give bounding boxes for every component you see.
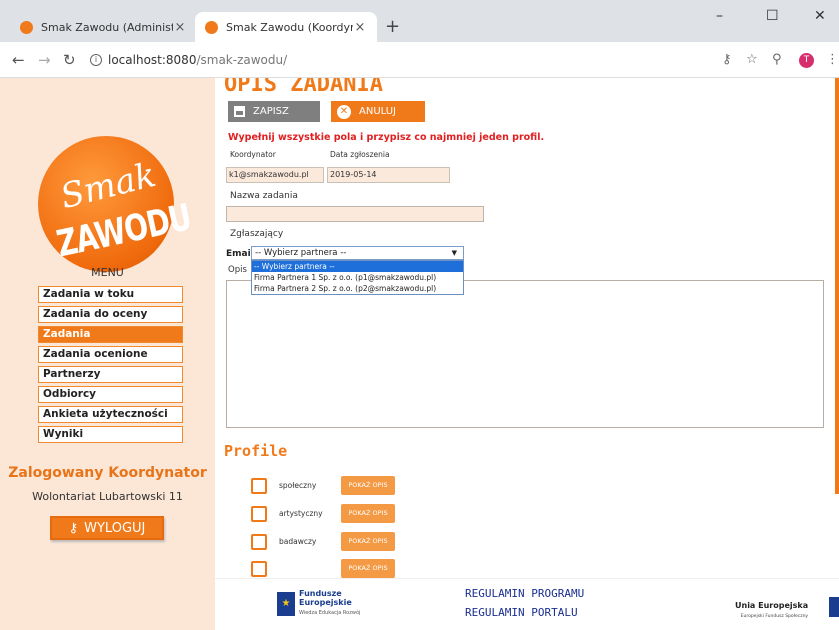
- logged-in-role: Zalogowany Koordynator: [8, 465, 207, 481]
- fe-line1: Fundusze: [299, 589, 342, 598]
- favicon-icon: [20, 20, 33, 34]
- key-icon: ⚷: [68, 520, 79, 536]
- maximize-icon[interactable]: ☐: [766, 8, 779, 24]
- tab-close-icon[interactable]: ×: [353, 20, 367, 35]
- menu-title: MENU: [91, 266, 124, 279]
- eu-flag-icon: [829, 597, 839, 617]
- page-scrollbar[interactable]: [835, 78, 839, 494]
- sidebar-item-odbiorcy[interactable]: Odbiorcy: [38, 386, 183, 403]
- profile-name: artystyczny: [279, 509, 323, 518]
- regulamin-programu-link[interactable]: REGULAMIN PROGRAMU: [465, 587, 584, 600]
- logout-label: WYLOGUJ: [84, 520, 146, 536]
- favicon-icon: [205, 20, 218, 34]
- floppy-disk-icon: [234, 106, 245, 117]
- profile-row: społeczny POKAŻ OPIS: [251, 476, 395, 495]
- show-description-button[interactable]: POKAŻ OPIS: [341, 476, 395, 495]
- caret-down-icon: ▼: [451, 249, 457, 257]
- profile-row: POKAŻ OPIS: [251, 559, 395, 578]
- minimize-icon[interactable]: –: [716, 8, 723, 24]
- save-button[interactable]: ZAPISZ: [228, 101, 320, 122]
- sidebar-item-zadania-ocenione[interactable]: Zadania ocenione: [38, 346, 183, 363]
- task-name-input[interactable]: [226, 206, 484, 222]
- profile-checkbox[interactable]: [251, 505, 267, 522]
- ue-line1: Unia Europejska: [735, 601, 809, 610]
- fundusze-europejskie-logo: ★ Fundusze Europejskie Wiedza Edukacja R…: [277, 589, 360, 618]
- profile-checkbox[interactable]: [251, 533, 267, 550]
- sidebar-item-partnerzy[interactable]: Partnerzy: [38, 366, 183, 383]
- sidebar-item-zadania-do-oceny[interactable]: Zadania do oceny: [38, 306, 183, 323]
- save-label: ZAPISZ: [253, 106, 289, 117]
- coordinator-field: k1@smakzawodu.pl: [226, 167, 324, 183]
- cancel-button[interactable]: ✕ ANULUJ: [331, 101, 425, 122]
- star-icon: ★: [277, 591, 295, 616]
- partner-dropdown-list: -- Wybierz partnera -- Firma Partnera 1 …: [251, 260, 464, 295]
- description-textarea[interactable]: [226, 280, 824, 428]
- page-title: OPIS ZADANIA: [224, 78, 383, 97]
- cancel-label: ANULUJ: [359, 106, 396, 117]
- back-icon[interactable]: ←: [12, 51, 25, 69]
- url-field[interactable]: localhost:8080/smak-zawodu/: [108, 53, 287, 67]
- browser-tab-bar: Smak Zawodu (Administrator) × Smak Zawod…: [0, 0, 839, 42]
- sidebar-item-ankieta[interactable]: Ankieta użyteczności: [38, 406, 183, 423]
- profile-checkbox[interactable]: [251, 560, 267, 577]
- profile-name: społeczny: [279, 481, 317, 490]
- tab-close-icon[interactable]: ×: [173, 20, 187, 35]
- select-value: -- Wybierz partnera --: [255, 248, 347, 258]
- address-bar: ← → ↻ i localhost:8080/smak-zawodu/ ⚷ ☆ …: [0, 42, 839, 78]
- dropdown-option[interactable]: Firma Partnera 1 Sp. z o.o. (p1@smakzawo…: [252, 272, 463, 283]
- dropdown-option[interactable]: Firma Partnera 2 Sp. z o.o. (p2@smakzawo…: [252, 283, 463, 294]
- key-icon[interactable]: ⚷: [722, 52, 732, 67]
- browser-tab-koordynator[interactable]: Smak Zawodu (Koordynator) ×: [195, 12, 377, 42]
- close-window-icon[interactable]: ✕: [814, 8, 826, 24]
- regulamin-portalu-link[interactable]: REGULAMIN PORTALU: [465, 606, 578, 619]
- tab-title: Smak Zawodu (Koordynator): [226, 20, 353, 34]
- show-description-button[interactable]: POKAŻ OPIS: [341, 532, 395, 551]
- profile-row: badawczy POKAŻ OPIS: [251, 532, 395, 551]
- sidebar: Smak ZAWODU MENU Zadania w toku Zadania …: [0, 78, 215, 630]
- profile-name: badawczy: [279, 537, 317, 546]
- menu-kebab-icon[interactable]: ⋮: [826, 52, 839, 67]
- dropdown-option[interactable]: -- Wybierz partnera --: [252, 261, 463, 272]
- tab-title: Smak Zawodu (Administrator): [41, 20, 173, 34]
- ue-line2: Europejski Fundusz Społeczny: [740, 614, 809, 619]
- show-description-button[interactable]: POKAŻ OPIS: [341, 504, 395, 523]
- date-label: Data zgłoszenia: [330, 150, 390, 159]
- description-label: Opis: [228, 265, 247, 275]
- close-circle-icon: ✕: [337, 104, 351, 119]
- sidebar-item-zadania[interactable]: Zadania: [38, 326, 183, 343]
- sidebar-item-zadania-w-toku[interactable]: Zadania w toku: [38, 286, 183, 303]
- footer: ★ Fundusze Europejskie Wiedza Edukacja R…: [215, 578, 839, 630]
- reload-icon[interactable]: ↻: [63, 51, 76, 69]
- logout-button[interactable]: ⚷ WYLOGUJ: [50, 516, 164, 540]
- fe-line3: Wiedza Edukacja Rozwój: [299, 610, 361, 616]
- extension-icon[interactable]: ⚲: [772, 52, 782, 67]
- task-form: OPIS ZADANIA ZAPISZ ✕ ANULUJ Wypełnij ws…: [224, 78, 824, 578]
- reporter-label: Zgłaszający: [230, 229, 284, 239]
- browser-tab-administrator[interactable]: Smak Zawodu (Administrator) ×: [10, 12, 197, 42]
- task-name-label: Nazwa zadania: [230, 191, 298, 201]
- info-icon[interactable]: i: [90, 54, 102, 66]
- fe-line2: Europejskie: [299, 598, 352, 607]
- profile-avatar[interactable]: T: [799, 53, 814, 68]
- profiles-title: Profile: [224, 442, 288, 460]
- page: Smak ZAWODU MENU Zadania w toku Zadania …: [0, 78, 839, 630]
- star-icon[interactable]: ☆: [746, 52, 758, 67]
- sidebar-item-wyniki[interactable]: Wyniki: [38, 426, 183, 443]
- profile-row: artystyczny POKAŻ OPIS: [251, 504, 395, 523]
- coordinator-label: Koordynator: [230, 150, 276, 159]
- new-tab-button[interactable]: +: [385, 16, 400, 37]
- forward-icon[interactable]: →: [38, 51, 51, 69]
- url-host: localhost:8080: [108, 53, 197, 67]
- organization-name: Wolontariat Lubartowski 11: [32, 490, 183, 503]
- partner-email-select[interactable]: -- Wybierz partnera -- ▼: [251, 246, 464, 260]
- profile-checkbox[interactable]: [251, 477, 267, 494]
- sidebar-menu: Zadania w toku Zadania do oceny Zadania …: [38, 286, 183, 446]
- url-path: /smak-zawodu/: [196, 53, 288, 67]
- show-description-button[interactable]: POKAŻ OPIS: [341, 559, 395, 578]
- unia-europejska-logo: Unia Europejska Europejski Fundusz Społe…: [735, 601, 808, 621]
- validation-warning: Wypełnij wszystkie pola i przypisz co na…: [228, 132, 545, 143]
- date-field: 2019-05-14: [327, 167, 450, 183]
- smak-zawodu-logo[interactable]: Smak ZAWODU: [38, 136, 194, 272]
